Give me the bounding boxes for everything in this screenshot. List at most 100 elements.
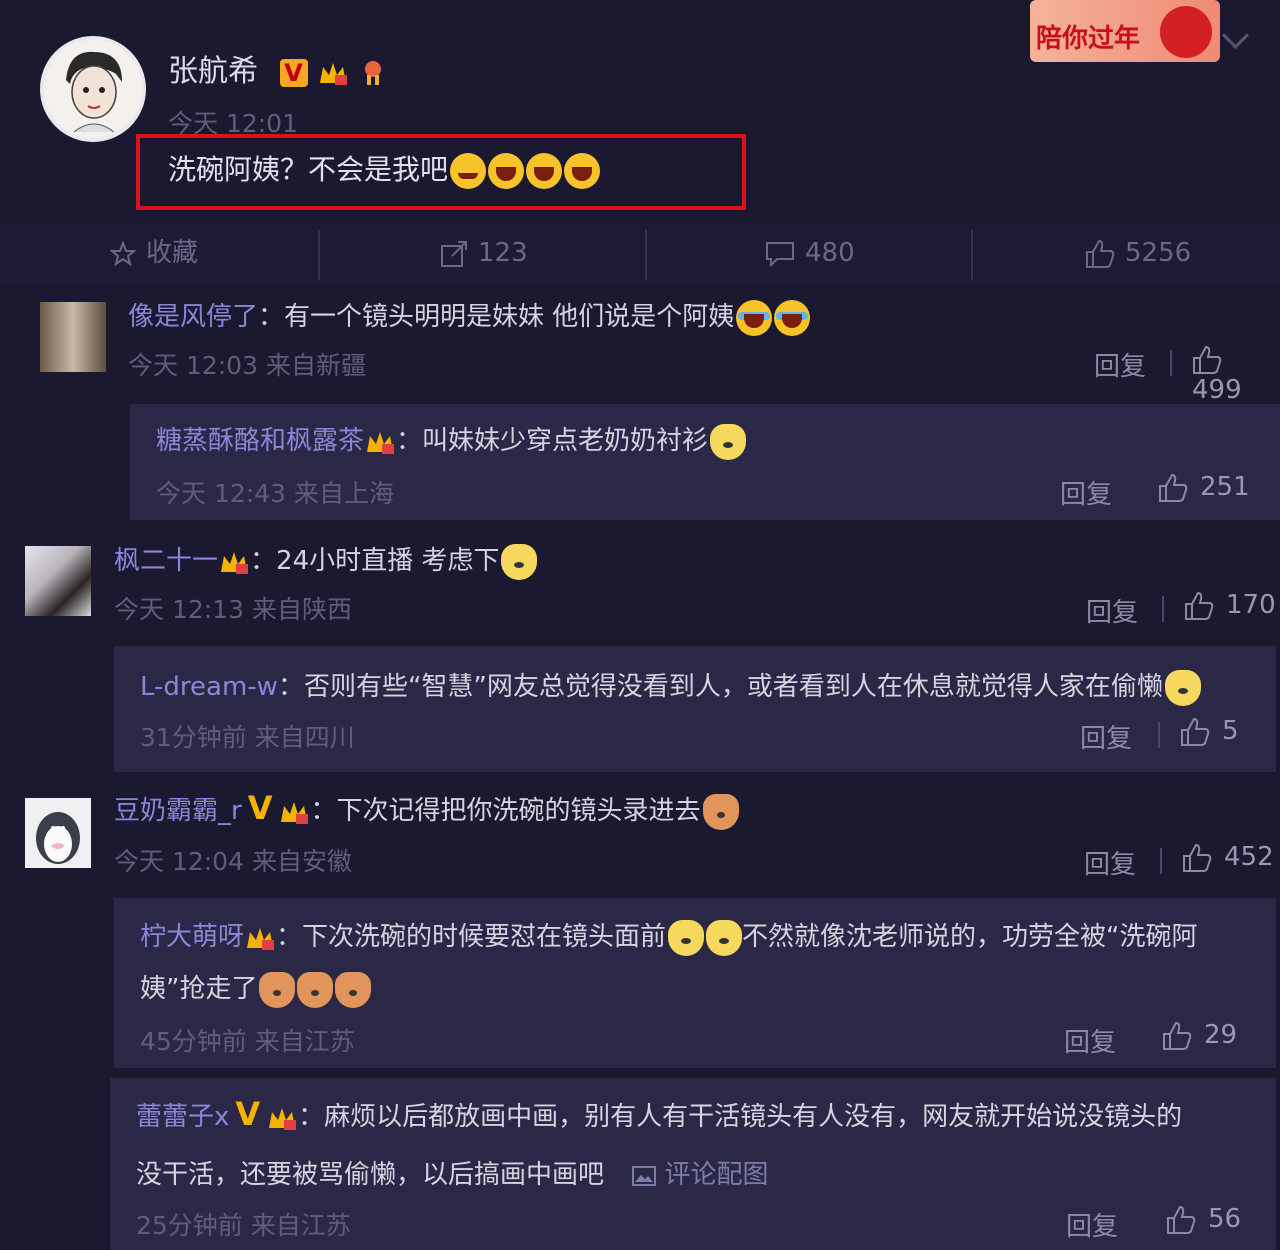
reply-button[interactable]: 回复 <box>1084 844 1136 881</box>
cat-emoji-icon <box>335 971 372 1008</box>
comment-meta: 31分钟前 来自四川 <box>140 723 355 752</box>
reply-button[interactable]: 回复 <box>1080 718 1132 755</box>
comment-image-label: 评论配图 <box>664 1160 769 1190</box>
comment-username[interactable]: L-dream-w <box>140 672 278 702</box>
reply-comment: L-dream-w：否则有些“智慧”网友总觉得没看到人，或者看到人在休息就觉得人… <box>140 666 1201 706</box>
cat-emoji-icon <box>297 971 334 1008</box>
comment-like-button[interactable]: 5 <box>1180 716 1239 747</box>
reply-comment: 柠大萌呀 ：下次洗碗的时候要怼在镜头面前 不然就像沈老师说的，功劳全被“洗碗阿 <box>140 916 1198 956</box>
commenter-avatar[interactable] <box>25 546 91 616</box>
comment-like-button[interactable]: 499 <box>1192 344 1280 405</box>
doge-emoji-icon <box>1164 669 1201 706</box>
comment-text: 下次洗碗的时候要怼在镜头面前 <box>302 922 667 952</box>
lantern-icon <box>1160 6 1212 58</box>
comment-meta: 今天 12:03 来自新疆 <box>128 351 366 380</box>
tears-of-joy-emoji-icon <box>774 299 811 336</box>
smile-emoji-icon <box>450 153 487 189</box>
reply-button[interactable]: 回复 <box>1064 1022 1116 1059</box>
author-avatar[interactable] <box>40 36 146 142</box>
divider <box>645 230 647 280</box>
comment-text: 叫妹妹少穿点老奶奶衬衫 <box>422 426 709 456</box>
laugh-emoji-icon <box>526 153 563 189</box>
like-count: 5256 <box>1125 238 1192 268</box>
thumbs-up-icon <box>1181 717 1210 746</box>
post-text: 洗碗阿姨？不会是我吧 <box>168 153 449 186</box>
verified-v-icon: V <box>279 59 308 87</box>
comment-username[interactable]: 枫二十一 <box>114 546 218 576</box>
fan-badge-icon <box>364 60 381 85</box>
reply-comment: 糖蒸酥酪和枫露茶 ：叫妹妹少穿点老奶奶衬衫 <box>156 420 747 460</box>
favorite-button[interactable]: 收藏 <box>110 222 198 284</box>
thumbs-up-icon <box>1167 1205 1196 1234</box>
comment-count: 480 <box>805 238 855 268</box>
comment-username[interactable]: 豆奶霸霸_r <box>114 796 242 826</box>
divider <box>1158 722 1160 748</box>
thumbs-up-icon <box>1183 843 1212 872</box>
favorite-label: 收藏 <box>146 238 199 268</box>
thumbs-up-icon <box>1185 591 1214 620</box>
comment-text: 没干活，还要被骂偷懒，以后搞画中画吧 <box>136 1160 605 1190</box>
comment-like-button[interactable]: 56 <box>1166 1204 1241 1235</box>
comment-username[interactable]: 柠大萌呀 <box>140 922 244 952</box>
comment-like-count: 5 <box>1222 716 1239 746</box>
comment-text: 下次记得把你洗碗的镜头录进去 <box>336 796 701 826</box>
thumbs-up-icon <box>1159 473 1188 502</box>
comment-like-button[interactable]: 452 <box>1182 842 1274 873</box>
banner-text: 陪你过年 <box>1036 24 1141 54</box>
comment-username[interactable]: 像是风停了 <box>128 302 258 332</box>
comment: 像是风停了：有一个镜头明明是妹妹 他们说是个阿姨 <box>128 296 811 336</box>
comment-like-count: 499 <box>1192 374 1242 405</box>
divider <box>1160 848 1162 874</box>
divider <box>1170 350 1172 376</box>
comment: 枫二十一 ：24小时直播 考虑下 <box>114 540 538 580</box>
chevron-down-icon[interactable] <box>1222 22 1249 49</box>
comment-username[interactable]: 糖蒸酥酪和枫露茶 <box>156 426 364 456</box>
crown-badge-icon <box>247 927 275 950</box>
commenter-avatar[interactable] <box>25 798 91 868</box>
comment-like-button[interactable]: 170 <box>1184 590 1276 621</box>
thumbs-up-icon <box>1086 239 1115 268</box>
crown-badge-icon <box>221 551 249 574</box>
image-icon <box>632 1165 657 1186</box>
crown-badge-icon <box>281 801 309 824</box>
post-author[interactable]: 张航希 V <box>168 46 391 90</box>
laugh-emoji-icon <box>564 153 601 189</box>
comment-like-count: 29 <box>1204 1020 1238 1050</box>
comment-text: 姨”抢走了 <box>140 974 258 1004</box>
comment-username[interactable]: 蕾蕾子x <box>136 1102 229 1132</box>
repost-button[interactable]: 123 <box>440 222 528 284</box>
reply-button[interactable]: 回复 <box>1094 346 1146 383</box>
verified-v-icon: V <box>247 789 273 827</box>
comment-text: 24小时直播 考虑下 <box>276 546 500 576</box>
comment-button[interactable]: 480 <box>765 222 855 284</box>
crown-badge-icon <box>269 1107 297 1130</box>
comment-meta: 25分钟前 来自江苏 <box>136 1211 351 1240</box>
comment-text: 有一个镜头明明是妹妹 他们说是个阿姨 <box>284 302 735 332</box>
comment-like-button[interactable]: 251 <box>1158 472 1250 503</box>
author-name[interactable]: 张航希 <box>168 54 258 89</box>
comment-like-count: 452 <box>1224 842 1274 872</box>
reply-button[interactable]: 回复 <box>1066 1206 1118 1243</box>
reply-button[interactable]: 回复 <box>1086 592 1138 629</box>
like-button[interactable]: 5256 <box>1085 222 1191 284</box>
commenter-avatar[interactable] <box>40 302 106 372</box>
divider <box>971 230 973 280</box>
reply-button[interactable]: 回复 <box>1060 474 1112 511</box>
repost-count: 123 <box>478 238 528 268</box>
tears-of-joy-emoji-icon <box>736 299 773 336</box>
comment-image-link[interactable]: 评论配图 <box>632 1160 769 1190</box>
comment-icon <box>766 241 794 267</box>
comment-like-count: 170 <box>1226 590 1276 620</box>
comment-meta: 今天 12:43 来自上海 <box>156 479 394 508</box>
divider <box>1162 596 1164 622</box>
comment-meta: 今天 12:13 来自陕西 <box>114 595 352 624</box>
comment-text: 否则有些“智慧”网友总觉得没看到人，或者看到人在休息就觉得人家在偷懒 <box>303 672 1163 702</box>
star-icon <box>110 240 136 266</box>
thumbs-up-icon <box>1163 1021 1192 1050</box>
crown-badge-icon <box>320 62 348 85</box>
reply-comment: 蕾蕾子x V ：麻烦以后都放画中画，别有人有干活镜头有人没有，网友就开始说没镜头的 <box>136 1095 1183 1133</box>
cat-emoji-icon <box>702 793 739 830</box>
comment-text: 麻烦以后都放画中画，别有人有干活镜头有人没有，网友就开始说没镜头的 <box>324 1102 1183 1132</box>
comment-like-button[interactable]: 29 <box>1162 1020 1237 1051</box>
comment-continuation: 没干活，还要被骂偷懒，以后搞画中画吧 评论配图 <box>136 1154 769 1191</box>
